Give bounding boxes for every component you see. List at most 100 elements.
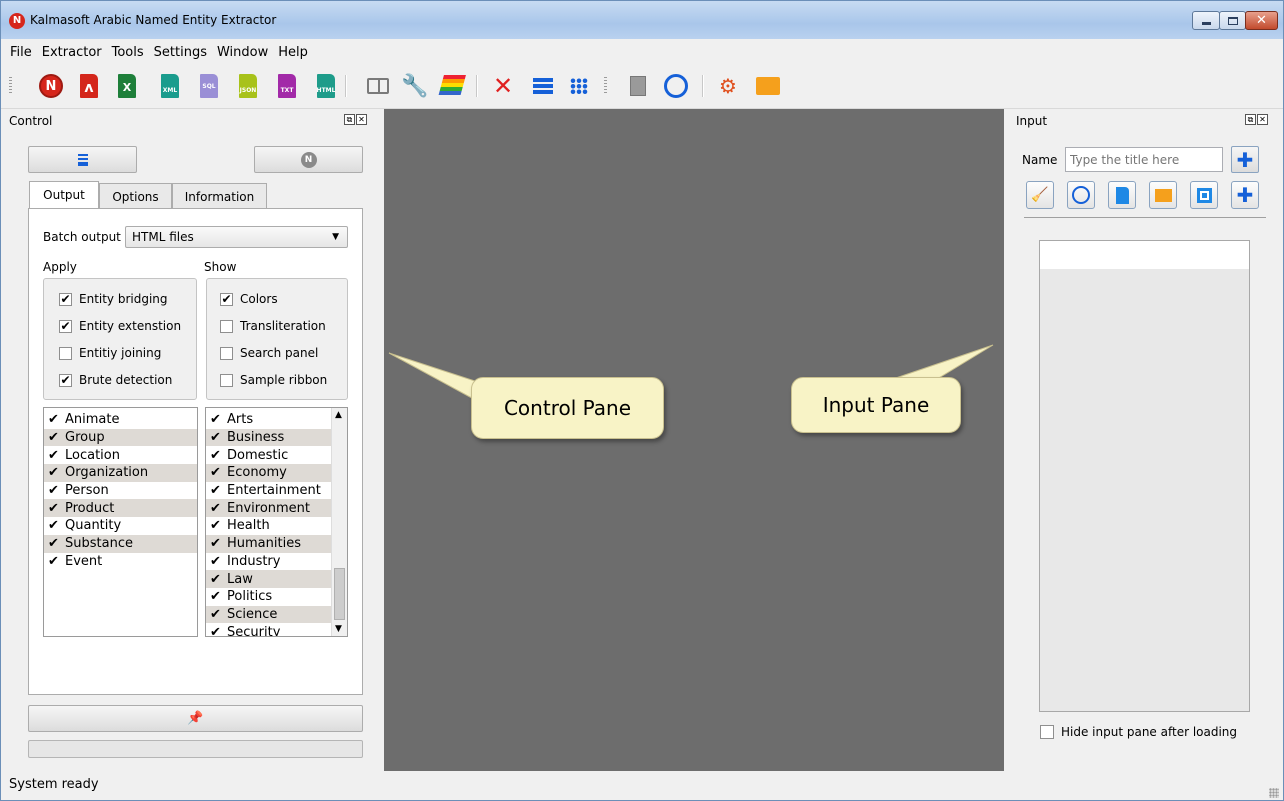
pin-button[interactable]: 📌 — [28, 705, 363, 732]
brute-detection-checkbox[interactable]: ✔ Brute detection — [59, 373, 172, 387]
book-circle-icon — [1072, 186, 1090, 204]
name-input[interactable] — [1065, 147, 1223, 172]
book-button[interactable] — [366, 73, 390, 99]
list-item[interactable]: ✔ Location — [44, 446, 197, 464]
scroll-up-icon[interactable]: ▲ — [335, 410, 342, 420]
list-item[interactable]: ✔ Animate — [44, 411, 197, 429]
sql-button[interactable]: SQL — [197, 73, 221, 99]
tools-button[interactable]: 🔧 — [401, 73, 428, 99]
minimize-button[interactable] — [1192, 11, 1220, 30]
read-book-button[interactable] — [664, 73, 688, 99]
kalmasoft-n-button[interactable]: N — [39, 73, 63, 99]
list-item[interactable]: ✔ Industry — [206, 553, 331, 571]
list-item[interactable]: ✔ Group — [44, 428, 197, 447]
menu-tools[interactable]: Tools — [107, 45, 149, 60]
list-item[interactable]: ✔ Person — [44, 482, 197, 500]
list-item[interactable]: ✔ Event — [44, 553, 197, 571]
list-item[interactable]: ✔ Quantity — [44, 517, 197, 535]
new-document-button[interactable] — [1108, 181, 1136, 209]
list-view-button[interactable] — [531, 73, 555, 99]
list-item[interactable]: ✔ Organization — [44, 464, 197, 482]
colors-checkbox[interactable]: ✔ Colors — [220, 292, 278, 306]
list-item[interactable]: ✔ Substance — [44, 534, 197, 553]
list-item[interactable]: ✔ Politics — [206, 588, 331, 606]
settings-gears-button[interactable]: ⚙ — [716, 73, 740, 99]
extract-n-button[interactable]: N — [254, 146, 363, 173]
transliteration-checkbox[interactable]: Transliteration — [220, 319, 326, 333]
close-pane-icon[interactable]: ✕ — [356, 114, 367, 125]
list-item[interactable]: ✔ Economy — [206, 464, 331, 482]
open-folder-input-button[interactable] — [1149, 181, 1177, 209]
clear-input-button[interactable]: 🧹 — [1026, 181, 1054, 209]
list-item[interactable]: ✔ Security — [206, 623, 331, 636]
list-item[interactable]: ✔ Arts — [206, 411, 331, 429]
add-title-button[interactable]: ✚ — [1231, 146, 1259, 173]
menu-settings[interactable]: Settings — [149, 45, 212, 60]
tab-options[interactable]: Options — [99, 183, 172, 209]
add-input-button[interactable]: ✚ — [1231, 181, 1259, 209]
entity-bridging-checkbox[interactable]: ✔ Entity bridging — [59, 292, 168, 306]
hide-input-pane-checkbox[interactable]: Hide input pane after loading — [1040, 725, 1237, 739]
list-item[interactable]: ✔ Science — [206, 605, 331, 624]
checkbox-box — [220, 319, 233, 333]
checkbox-label: Hide input pane after loading — [1061, 725, 1238, 739]
float-pane-icon[interactable]: ⧉ — [344, 114, 355, 125]
plus-icon: ✚ — [1236, 147, 1254, 172]
open-folder-button[interactable] — [756, 73, 780, 99]
close-pane-icon[interactable]: ✕ — [1257, 114, 1268, 125]
txt-button[interactable]: TXT — [275, 73, 299, 99]
list-item[interactable]: ✔ Entertainment — [206, 482, 331, 500]
list-item[interactable]: ✔ Business — [206, 428, 331, 447]
document-list-button[interactable] — [626, 73, 650, 99]
batch-output-select[interactable]: HTML files ▼ — [125, 226, 348, 248]
clear-button[interactable]: ✕ — [491, 72, 515, 100]
html-button[interactable]: HTML — [314, 73, 338, 99]
layers-icon — [438, 75, 466, 97]
menu-help[interactable]: Help — [273, 45, 313, 60]
window-title: Kalmasoft Arabic Named Entity Extractor — [30, 13, 277, 27]
domains-list[interactable]: ✔ Arts ✔ Business ✔ Domestic ✔ Economy ✔ Ente… — [205, 407, 348, 637]
menu-file[interactable]: File — [5, 45, 37, 60]
list-item[interactable]: ✔ Health — [206, 517, 331, 535]
close-window-button[interactable]: ✕ — [1245, 11, 1278, 30]
layers-button[interactable] — [438, 73, 466, 99]
maximize-button[interactable] — [1219, 11, 1246, 30]
entity-types-list[interactable]: ✔ Animate ✔ Group ✔ Location ✔ Organization … — [43, 407, 198, 637]
search-panel-checkbox[interactable]: Search panel — [220, 346, 318, 360]
entity-joining-checkbox[interactable]: Entitiy joining — [59, 346, 161, 360]
scrollbar-thumb[interactable] — [334, 568, 345, 620]
main-window: N Kalmasoft Arabic Named Entity Extracto… — [0, 0, 1284, 801]
read-button[interactable] — [1067, 181, 1095, 209]
grid-view-button[interactable] — [567, 73, 591, 99]
pdf-button[interactable]: ᴧ — [77, 73, 101, 99]
menu-window[interactable]: Window — [212, 45, 273, 60]
tab-output[interactable]: Output — [29, 181, 99, 208]
input-list[interactable] — [1039, 240, 1250, 712]
list-item[interactable]: ✔ Product — [44, 499, 197, 518]
app-logo-icon: N — [9, 13, 25, 29]
excel-button[interactable]: X — [115, 73, 139, 99]
tab-information[interactable]: Information — [172, 183, 267, 209]
collapse-button[interactable] — [28, 146, 137, 173]
menu-extractor[interactable]: Extractor — [37, 45, 107, 60]
xml-button[interactable]: XML — [158, 73, 182, 99]
toolbar-grip[interactable] — [9, 77, 12, 95]
domains-scrollbar[interactable]: ▲ ▼ — [331, 408, 347, 636]
checkbox-box: ✔ — [59, 372, 72, 387]
resize-grip[interactable] — [1269, 788, 1279, 798]
float-pane-icon[interactable]: ⧉ — [1245, 114, 1256, 125]
list-item[interactable]: ✔ Environment — [206, 499, 331, 518]
batch-output-label: Batch output — [43, 230, 121, 244]
json-button[interactable]: JSON — [236, 73, 260, 99]
save-button[interactable] — [1190, 181, 1218, 209]
pin-icon: 📌 — [187, 711, 204, 726]
xml-file-icon: XML — [161, 74, 179, 98]
entity-extension-checkbox[interactable]: ✔ Entity extenstion — [59, 319, 181, 333]
list-item[interactable]: ✔ Domestic — [206, 446, 331, 464]
kalmasoft-n-icon: N — [39, 74, 63, 98]
list-item[interactable]: ✔ Law — [206, 570, 331, 588]
scroll-down-icon[interactable]: ▼ — [335, 624, 342, 634]
toolbar: N ᴧ X XML SQL JSON TXT HTML 🔧 ✕ ⚙ — [1, 65, 1283, 109]
list-item[interactable]: ✔ Humanities — [206, 534, 331, 553]
sample-ribbon-checkbox[interactable]: Sample ribbon — [220, 373, 327, 387]
